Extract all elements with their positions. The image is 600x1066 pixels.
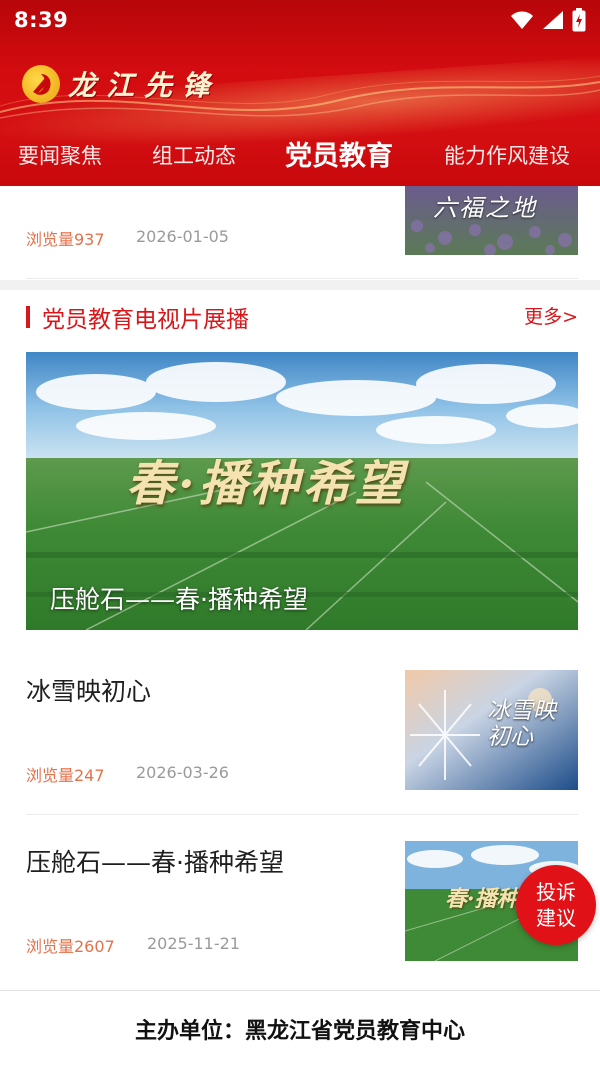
category-tabs: 要闻聚焦 组工动态 党员教育 能力作风建设 xyxy=(0,130,600,178)
status-icons xyxy=(510,8,586,32)
content-scroll[interactable]: 浏览量937 2026-01-05 六福之地 党员教育电视片展播 更多> 春·播… xyxy=(0,186,600,990)
section-gap xyxy=(0,280,600,290)
featured-video-banner[interactable]: 春·播种希望 压舱石——春·播种希望 xyxy=(26,352,578,630)
view-count: 浏览量937 xyxy=(26,230,105,249)
party-emblem-icon xyxy=(22,65,60,103)
publish-date: 2025-11-21 xyxy=(147,934,240,953)
battery-icon xyxy=(572,8,586,32)
divider xyxy=(26,814,578,815)
view-count: 浏览量2607 xyxy=(26,937,115,956)
app-header: 8:39 龙江先锋 要闻聚焦 组工动态 党员教育 能力作风建设 xyxy=(0,0,600,186)
thumbnail-text: 冰雪映初心 xyxy=(487,698,556,750)
news-thumbnail[interactable]: 冰雪映初心 xyxy=(405,670,578,790)
news-thumbnail[interactable]: 六福之地 xyxy=(405,186,578,255)
featured-overlay-title: 春·播种希望 xyxy=(126,456,407,512)
status-time: 8:39 xyxy=(14,8,69,32)
brand-title: 龙江先锋 xyxy=(68,69,221,102)
list-item[interactable]: 浏览量937 2026-01-05 六福之地 xyxy=(0,186,600,280)
more-link[interactable]: 更多> xyxy=(524,302,578,329)
divider xyxy=(26,278,578,279)
thumbnail-text: 六福之地 xyxy=(433,194,537,222)
publish-date: 2026-03-26 xyxy=(136,763,229,782)
brand: 龙江先锋 xyxy=(22,62,220,106)
wifi-icon xyxy=(511,11,533,29)
list-item[interactable]: 压舱石——春·播种希望 浏览量2607 2025-11-21 春·播种 xyxy=(0,827,600,990)
tab-party-education[interactable]: 党员教育 xyxy=(285,134,393,173)
complaint-suggestion-button[interactable]: 投诉 建议 xyxy=(516,865,596,945)
tab-capability-building[interactable]: 能力作风建设 xyxy=(444,140,570,170)
news-title: 冰雪映初心 xyxy=(26,677,152,706)
float-button-line1: 投诉 xyxy=(536,880,576,904)
list-item[interactable]: 冰雪映初心 浏览量247 2026-03-26 冰雪映初心 xyxy=(0,656,600,826)
tab-news-focus[interactable]: 要闻聚焦 xyxy=(18,140,102,170)
sponsor-text: 主办单位：黑龙江省党员教育中心 xyxy=(134,1018,465,1044)
news-title: 压舱石——春·播种希望 xyxy=(26,848,284,877)
float-button-line2: 建议 xyxy=(536,906,576,930)
status-bar: 8:39 xyxy=(0,0,600,40)
thumbnail-text: 春·播种 xyxy=(445,886,519,912)
view-count: 浏览量247 xyxy=(26,766,105,785)
signal-icon xyxy=(543,11,563,29)
tab-organization-news[interactable]: 组工动态 xyxy=(152,140,236,170)
publish-date: 2026-01-05 xyxy=(136,227,229,246)
section-title: 党员教育电视片展播 xyxy=(42,307,249,333)
footer: 主办单位：黑龙江省党员教育中心 xyxy=(0,990,600,1066)
featured-caption: 压舱石——春·播种希望 xyxy=(50,585,308,614)
section-accent-bar xyxy=(26,306,30,328)
